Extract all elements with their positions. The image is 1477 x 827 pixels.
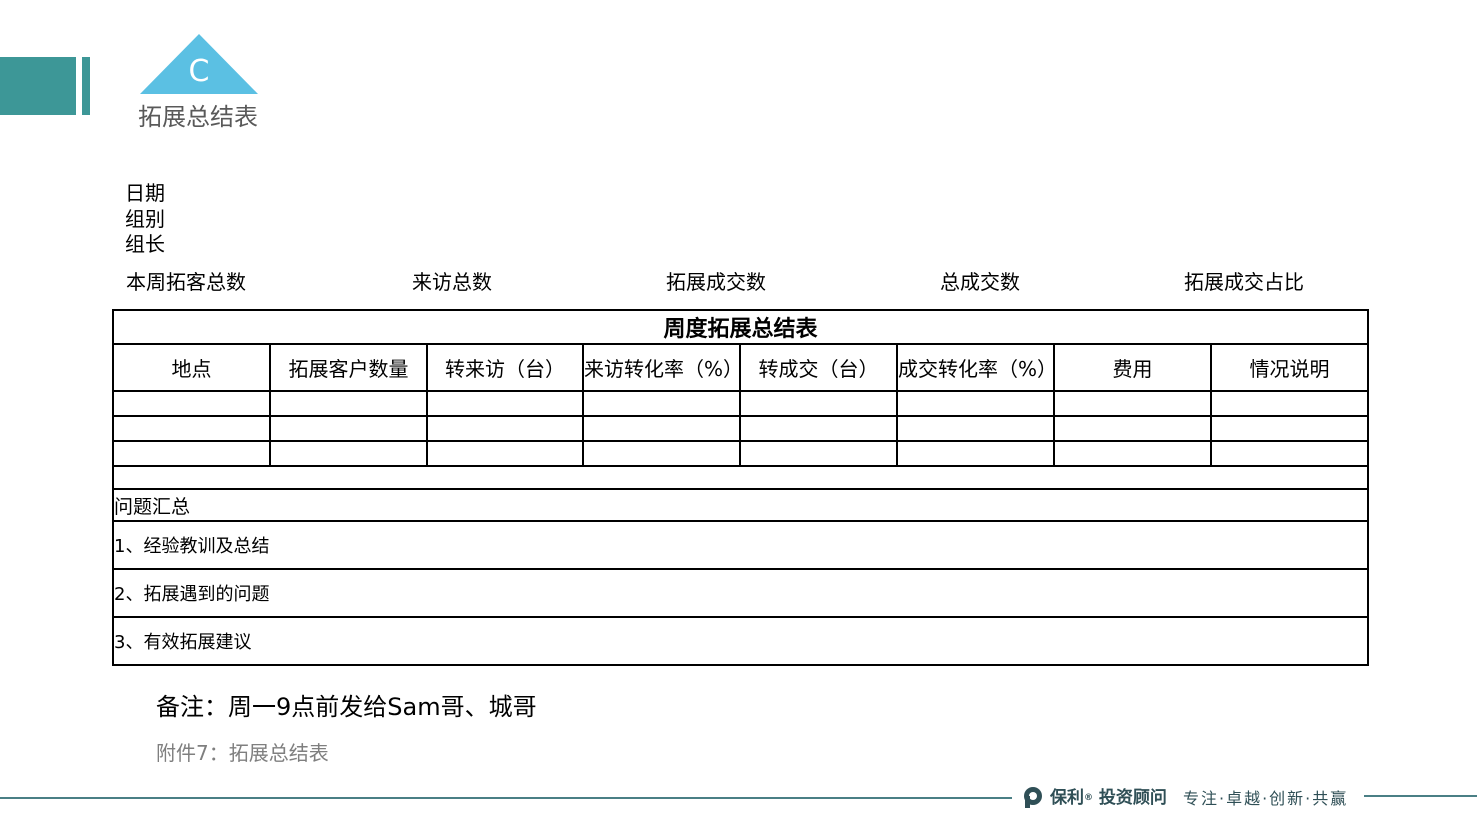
table-cell[interactable] <box>1209 415 1370 442</box>
table-row <box>112 415 1370 442</box>
table-cell[interactable] <box>1053 415 1212 442</box>
table-row <box>112 390 1370 417</box>
table-cell[interactable] <box>269 415 428 442</box>
table-cell[interactable] <box>112 440 271 467</box>
table-cell[interactable] <box>896 415 1055 442</box>
poly-logo-icon <box>1024 787 1042 808</box>
table-cell[interactable] <box>739 415 898 442</box>
table-cell[interactable] <box>739 440 898 467</box>
table-cell[interactable] <box>1209 440 1370 467</box>
column-header-notes: 情况说明 <box>1209 343 1370 392</box>
brand-subtitle: 投资顾问 <box>1098 788 1167 808</box>
table-title: 周度拓展总结表 <box>111 309 1370 345</box>
table-cell[interactable] <box>111 465 1370 490</box>
issues-summary-label: 问题汇总 <box>111 488 1370 522</box>
column-header-deals: 转成交（台） <box>739 343 898 392</box>
registered-mark: ® <box>1084 793 1093 803</box>
stat-total-deals: 总成交数 <box>940 270 1020 294</box>
issue-item-lessons[interactable]: 1、经验教训及总结 <box>111 520 1370 570</box>
footer-brand: 保利® 投资顾问 <box>1050 785 1167 811</box>
brand-name: 保利 <box>1050 788 1084 808</box>
remark-note: 备注：周一9点前发给Sam哥、城哥 <box>156 693 537 721</box>
leader-label: 组长 <box>125 232 165 256</box>
weekly-summary-table: 周度拓展总结表 地点 拓展客户数量 转来访（台） 来访转化率（%） 转成交（台）… <box>111 309 1370 666</box>
column-header-prospect-count: 拓展客户数量 <box>269 343 428 392</box>
table-cell[interactable] <box>739 390 898 417</box>
attachment-label: 附件7：拓展总结表 <box>156 741 329 765</box>
section-title: 拓展总结表 <box>138 103 258 131</box>
column-header-visit-conversion: 来访转化率（%） <box>582 343 741 392</box>
table-cell[interactable] <box>269 390 428 417</box>
table-cell[interactable] <box>112 415 271 442</box>
table-cell[interactable] <box>896 390 1055 417</box>
table-cell[interactable] <box>426 440 584 467</box>
table-cell[interactable] <box>426 415 584 442</box>
table-cell[interactable] <box>582 440 741 467</box>
stat-total-visits: 来访总数 <box>412 270 492 294</box>
stat-expansion-deals: 拓展成交数 <box>666 270 766 294</box>
issue-item-suggestions[interactable]: 3、有效拓展建议 <box>111 616 1370 666</box>
column-header-cost: 费用 <box>1053 343 1212 392</box>
footer-slogan: 专注·卓越·创新·共赢 <box>1183 789 1349 808</box>
stat-weekly-prospects: 本周拓客总数 <box>126 270 246 294</box>
date-label: 日期 <box>125 181 165 205</box>
column-header-deal-conversion: 成交转化率（%） <box>896 343 1055 392</box>
table-cell[interactable] <box>582 390 741 417</box>
table-cell[interactable] <box>1209 390 1370 417</box>
group-label: 组别 <box>125 207 165 231</box>
table-cell[interactable] <box>269 440 428 467</box>
table-cell[interactable] <box>112 390 271 417</box>
table-cell[interactable] <box>1053 440 1212 467</box>
header-accent-bar <box>82 57 90 115</box>
column-header-visits: 转来访（台） <box>426 343 584 392</box>
issue-item-problems[interactable]: 2、拓展遇到的问题 <box>111 568 1370 618</box>
table-cell[interactable] <box>1053 390 1212 417</box>
stat-expansion-deal-ratio: 拓展成交占比 <box>1184 270 1304 294</box>
table-cell[interactable] <box>582 415 741 442</box>
footer-divider-left <box>0 797 1012 799</box>
footer-divider-right <box>1364 795 1477 797</box>
table-cell[interactable] <box>426 390 584 417</box>
table-cell[interactable] <box>896 440 1055 467</box>
header-accent-block <box>0 57 76 115</box>
column-header-location: 地点 <box>112 343 271 392</box>
table-spacer-row <box>111 465 1370 490</box>
table-row <box>112 440 1370 467</box>
section-letter: C <box>188 54 210 89</box>
